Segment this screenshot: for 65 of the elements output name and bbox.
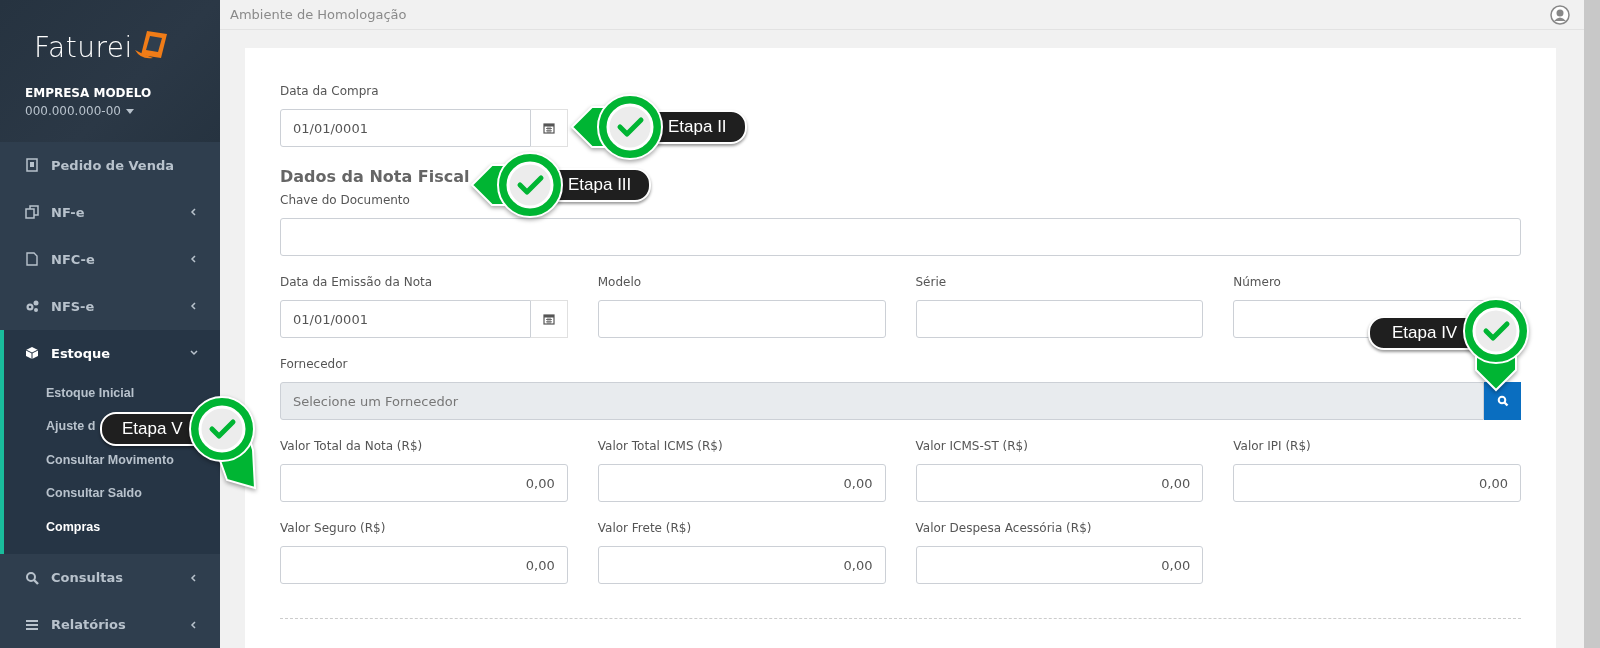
calendar-icon (542, 313, 555, 325)
menu-item[interactable]: NFS-e (0, 282, 220, 330)
submenu-item[interactable]: Compras (4, 510, 101, 544)
chevron-left-icon (190, 255, 198, 263)
user-avatar-icon[interactable] (1550, 4, 1570, 25)
field-label: Data da Emissão da Nota (280, 275, 433, 289)
box-icon (25, 346, 39, 360)
amount-input[interactable]: 0,00 (597, 464, 886, 502)
company-name: EMPRESA MODELO (25, 86, 153, 100)
menu-item[interactable]: Estoque (4, 329, 220, 377)
company-selector[interactable]: 000.000.000-00 (25, 104, 134, 118)
search-icon (1496, 395, 1509, 407)
menu-item[interactable]: NF-e (0, 188, 220, 236)
search-icon (25, 570, 39, 585)
chevron-left-icon (190, 573, 198, 582)
field-label: Valor Despesa Acessória (R$) (915, 521, 1092, 535)
date-input[interactable]: 01/01/0001 (280, 109, 531, 147)
field-label: Série (915, 275, 947, 289)
field-label: Valor Seguro (R$) (280, 521, 386, 535)
menu-item[interactable]: Relatórios (0, 601, 220, 648)
date-input[interactable]: 01/01/0001 (280, 300, 531, 338)
menu-item[interactable]: NFC-e (0, 235, 220, 283)
text-input[interactable] (597, 300, 886, 338)
chevron-left-icon (190, 208, 198, 216)
section-title: Dados da Nota Fiscal (280, 167, 470, 186)
caret-icon (125, 108, 134, 114)
chevron-left-icon (190, 620, 198, 629)
field-label: Fornecedor (280, 357, 348, 371)
field-label: Valor Frete (R$) (597, 521, 692, 535)
amount-input[interactable]: 0,00 (915, 464, 1204, 502)
gears-icon (25, 299, 39, 313)
search-button[interactable] (1484, 382, 1521, 420)
file-icon (25, 252, 39, 266)
amount-input[interactable]: 0,00 (597, 546, 886, 584)
chevron-left-icon (190, 302, 198, 310)
submenu-item[interactable]: Ajuste d (4, 410, 96, 444)
list-icon (25, 617, 39, 632)
amount-input[interactable]: 0,00 (280, 464, 568, 502)
text-input[interactable] (280, 218, 1521, 256)
order-icon (25, 158, 39, 172)
field-label: Valor IPI (R$) (1233, 439, 1311, 453)
calendar-button[interactable] (531, 109, 568, 147)
brand-name: Faturei (34, 32, 133, 64)
calendar-button[interactable] (530, 300, 568, 338)
submenu-item[interactable]: Estoque Inicial (4, 376, 135, 410)
copy-icon (25, 205, 39, 219)
field-label: Valor Total da Nota (R$) (280, 439, 423, 453)
environment-label: Ambiente de Homologação (230, 7, 407, 22)
field-label: Data da Compra (280, 84, 379, 98)
field-label: Modelo (597, 275, 642, 289)
amount-input[interactable]: 0,00 (1233, 464, 1521, 502)
text-input[interactable] (915, 300, 1204, 338)
menu-item[interactable]: Consultas (0, 554, 220, 601)
submenu-item[interactable]: Consultar Movimento (4, 443, 174, 477)
menu-item[interactable]: Pedido de Venda (0, 141, 220, 189)
supplier-select[interactable]: Selecione um Fornecedor (280, 382, 1484, 420)
amount-input[interactable]: 0,00 (280, 546, 568, 584)
field-label: Número (1233, 275, 1281, 289)
amount-input[interactable]: 0,00 (915, 546, 1204, 584)
calendar-icon (543, 122, 555, 134)
field-label: Valor ICMS-ST (R$) (915, 439, 1028, 453)
submenu-item[interactable]: Consultar Saldo (4, 477, 142, 511)
chevron-down-icon (190, 349, 198, 357)
field-label: Valor Total ICMS (R$) (597, 439, 723, 453)
field-label: Chave do Documento (280, 193, 410, 207)
